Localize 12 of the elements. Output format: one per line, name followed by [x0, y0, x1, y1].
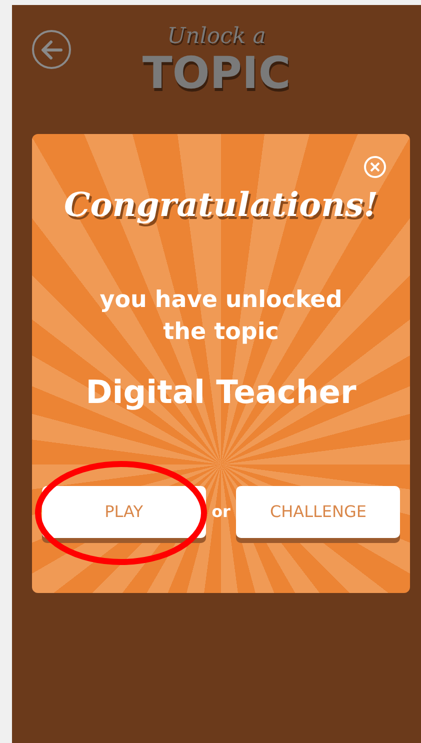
unlock-message: you have unlocked the topic: [98, 286, 344, 347]
header-subtitle: Unlock a: [167, 24, 266, 50]
topic-name: Digital Teacher: [86, 372, 356, 413]
close-icon: [370, 162, 380, 172]
close-button[interactable]: [364, 156, 386, 178]
congratulations-heading: Congratulations!: [64, 184, 378, 226]
back-arrow-icon: [40, 40, 62, 60]
back-button[interactable]: [32, 30, 71, 69]
header-title: TOPIC: [142, 50, 291, 98]
action-button[interactable]: PLAY: [42, 486, 206, 538]
or-label: or: [212, 501, 230, 523]
action-button[interactable]: CHALLENGE: [236, 486, 400, 538]
